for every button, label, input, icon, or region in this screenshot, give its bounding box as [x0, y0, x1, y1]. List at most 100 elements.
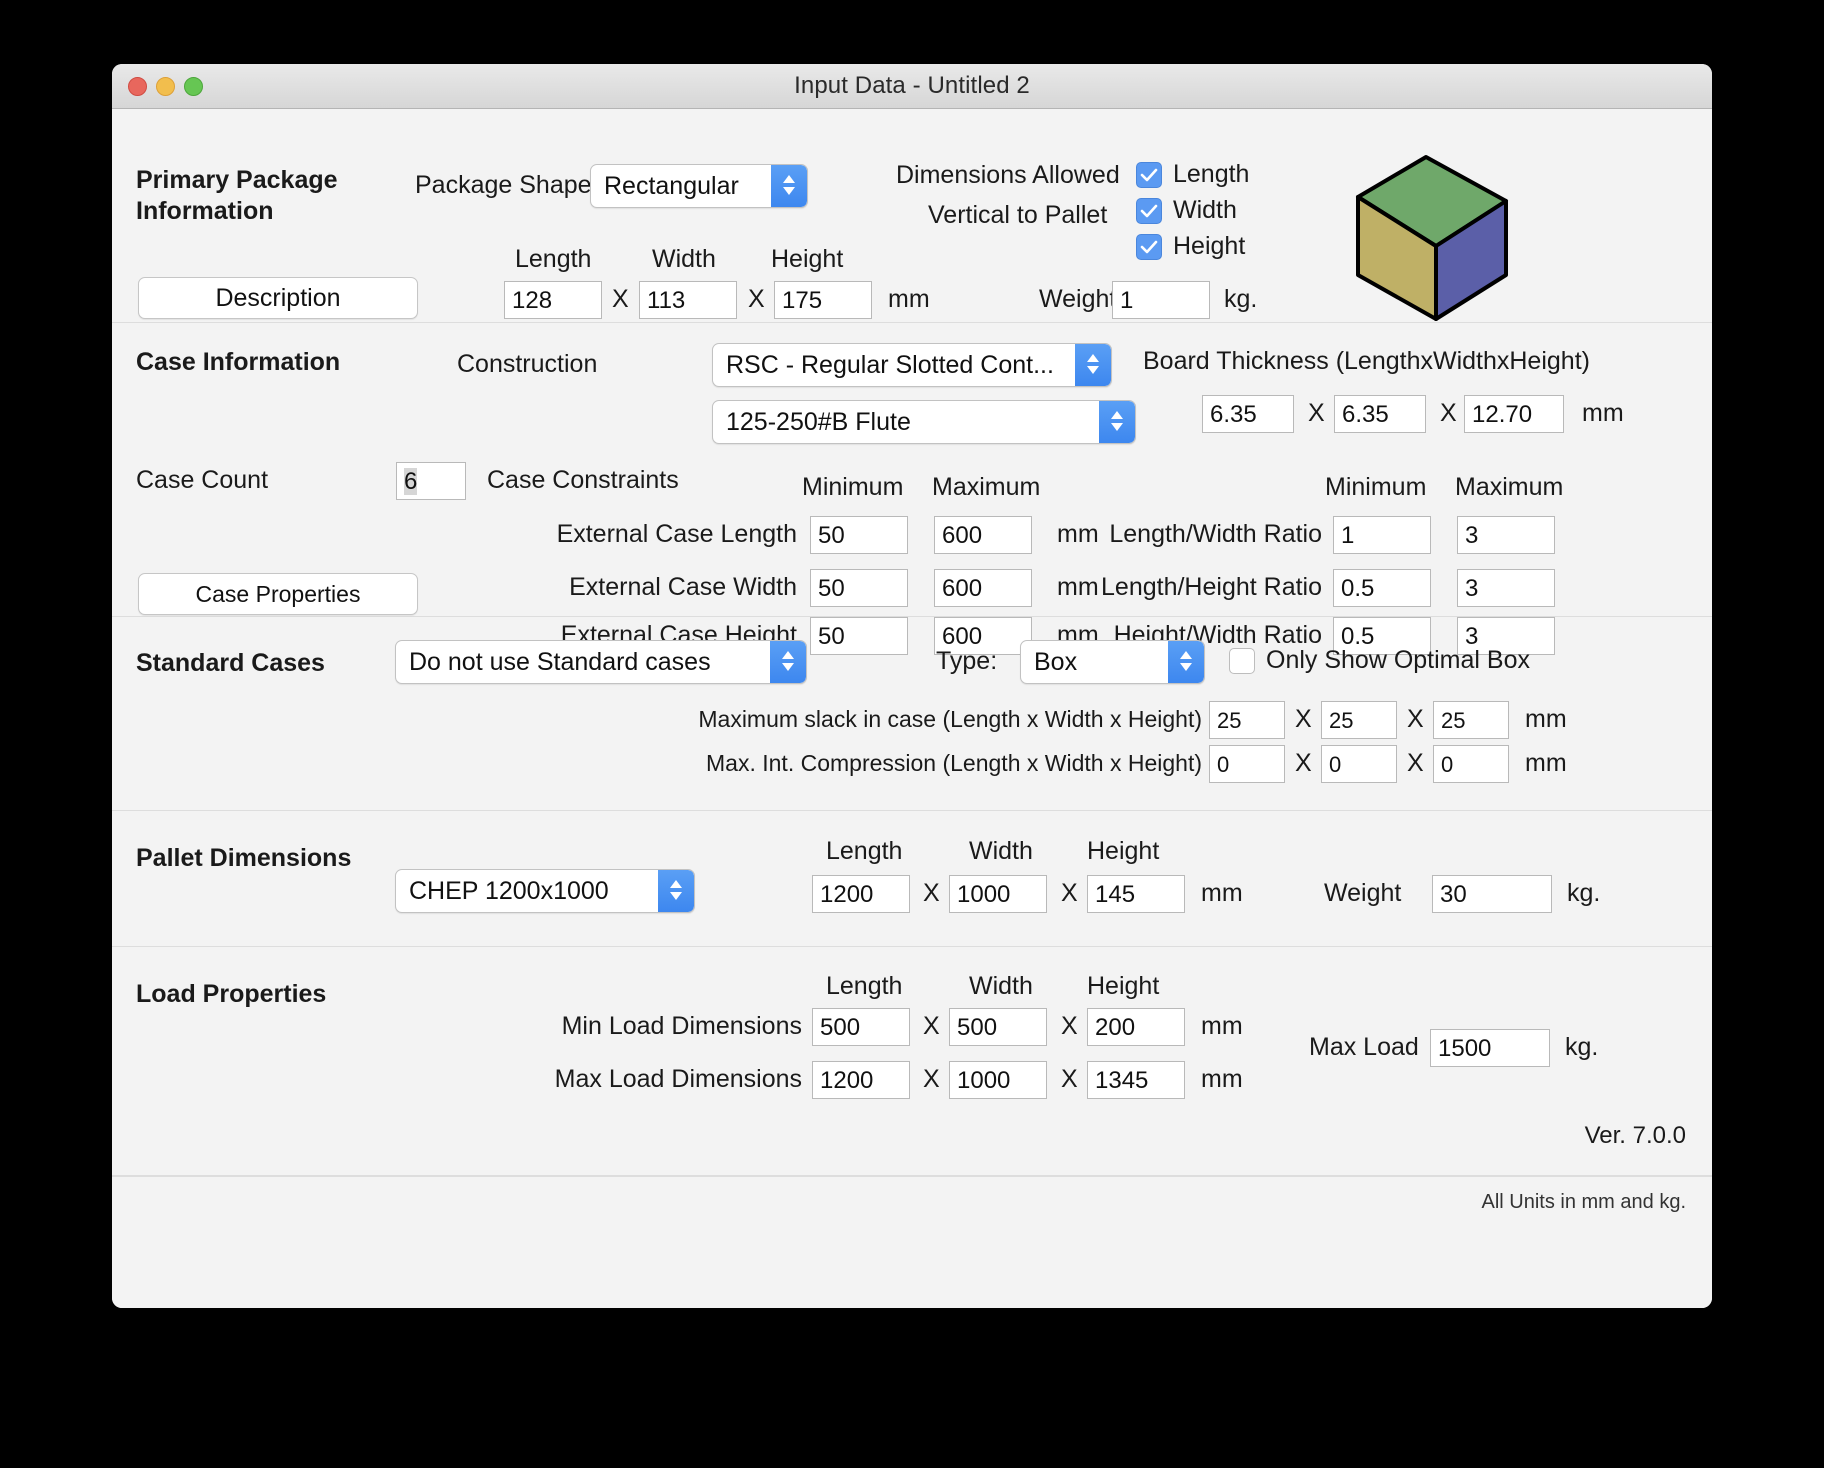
board-thickness-width-input[interactable]: 6.35	[1334, 395, 1426, 433]
chevron-updown-icon[interactable]	[1075, 344, 1111, 386]
max-load-dimensions-label: Max Load Dimensions	[512, 1065, 802, 1094]
window-title: Input Data - Untitled 2	[112, 72, 1712, 100]
window-content: Primary Package Information Description …	[112, 109, 1712, 1308]
min-load-width-input[interactable]: 500	[949, 1008, 1047, 1046]
max-load-length-input[interactable]: 1200	[812, 1061, 910, 1099]
load-width-header: Width	[969, 972, 1033, 1001]
max-load-input[interactable]: 1500	[1430, 1029, 1550, 1067]
max-load-unit: mm	[1201, 1065, 1243, 1094]
dimension-allowed-length-row[interactable]: Length	[1136, 160, 1249, 189]
flute-select[interactable]: 125-250#B Flute	[712, 400, 1136, 444]
max-slack-width-input[interactable]: 25	[1321, 701, 1397, 739]
only-show-optimal-box-label: Only Show Optimal Box	[1266, 646, 1530, 675]
dimensions-allowed-line1: Dimensions Allowed	[896, 161, 1120, 190]
constraint-label-1: External Case Width	[537, 573, 797, 602]
max-load-label: Max Load	[1309, 1033, 1419, 1062]
constraint-min-0[interactable]: 50	[810, 516, 908, 554]
load-properties-title: Load Properties	[136, 979, 326, 1010]
ratio-max-1[interactable]: 3	[1457, 569, 1555, 607]
pallet-weight-input[interactable]: 30	[1432, 875, 1552, 913]
pallet-dimensions-section: Pallet Dimensions CHEP 1200x1000 Length …	[112, 811, 1712, 947]
chevron-updown-icon[interactable]	[1099, 401, 1135, 443]
pallet-select[interactable]: CHEP 1200x1000	[395, 869, 695, 913]
checkbox-only-optimal-icon[interactable]	[1229, 648, 1255, 674]
package-width-header: Width	[652, 245, 716, 274]
max-slack-unit: mm	[1525, 705, 1567, 734]
only-show-optimal-box-row[interactable]: Only Show Optimal Box	[1229, 646, 1530, 675]
max-compression-height-input[interactable]: 0	[1433, 745, 1509, 783]
dimension-allowed-height-row[interactable]: Height	[1136, 232, 1245, 261]
description-button[interactable]: Description	[138, 277, 418, 319]
pallet-length-input[interactable]: 1200	[812, 875, 910, 913]
min-load-length-input[interactable]: 500	[812, 1008, 910, 1046]
min-load-height-input[interactable]: 200	[1087, 1008, 1185, 1046]
dimensions-allowed-line2: Vertical to Pallet	[928, 201, 1107, 230]
ratio-min-0[interactable]: 1	[1333, 516, 1431, 554]
checkbox-height-label: Height	[1173, 232, 1245, 261]
construction-select[interactable]: RSC - Regular Slotted Cont...	[712, 343, 1112, 387]
case-constraints-min-header: Minimum	[802, 473, 903, 502]
board-thickness-x-separator-1: X	[1308, 399, 1325, 428]
package-height-header: Height	[771, 245, 843, 274]
primary-package-section: Primary Package Information Description …	[112, 109, 1712, 323]
max-slack-x-separator-1: X	[1295, 705, 1312, 734]
max-compression-label: Max. Int. Compression (Length x Width x …	[542, 750, 1202, 777]
chevron-updown-icon[interactable]	[770, 641, 806, 683]
package-length-input[interactable]: 128	[504, 281, 602, 319]
ratio-max-0[interactable]: 3	[1457, 516, 1555, 554]
max-load-height-input[interactable]: 1345	[1087, 1061, 1185, 1099]
max-slack-label: Maximum slack in case (Length x Width x …	[542, 706, 1202, 733]
standard-cases-title: Standard Cases	[136, 648, 325, 679]
case-properties-button[interactable]: Case Properties	[138, 573, 418, 615]
standard-cases-type-select[interactable]: Box	[1020, 640, 1205, 684]
case-constraints-label: Case Constraints	[487, 466, 679, 495]
pallet-width-input[interactable]: 1000	[949, 875, 1047, 913]
standard-cases-mode-select[interactable]: Do not use Standard cases	[395, 640, 807, 684]
package-height-input[interactable]: 175	[774, 281, 872, 319]
constraint-max-1[interactable]: 600	[934, 569, 1032, 607]
max-slack-height-input[interactable]: 25	[1433, 701, 1509, 739]
case-count-input[interactable]: 6	[396, 462, 466, 500]
min-load-x-separator-2: X	[1061, 1012, 1078, 1041]
package-width-input[interactable]: 113	[639, 281, 737, 319]
constraint-min-1[interactable]: 50	[810, 569, 908, 607]
constraint-max-0[interactable]: 600	[934, 516, 1032, 554]
board-thickness-length-input[interactable]: 6.35	[1202, 395, 1294, 433]
max-slack-length-input[interactable]: 25	[1209, 701, 1285, 739]
pallet-height-input[interactable]: 145	[1087, 875, 1185, 913]
chevron-updown-icon[interactable]	[658, 870, 694, 912]
ratio-min-1[interactable]: 0.5	[1333, 569, 1431, 607]
dimension-allowed-width-row[interactable]: Width	[1136, 196, 1237, 225]
max-compression-length-input[interactable]: 0	[1209, 745, 1285, 783]
pallet-length-header: Length	[826, 837, 902, 866]
checkbox-height-icon[interactable]	[1136, 234, 1162, 260]
pallet-value: CHEP 1200x1000	[409, 877, 609, 905]
max-compression-unit: mm	[1525, 749, 1567, 778]
load-properties-section: Load Properties Length Width Height Min …	[112, 947, 1712, 1176]
primary-package-title-line1: Primary Package	[136, 165, 436, 196]
checkbox-width-icon[interactable]	[1136, 198, 1162, 224]
max-compression-x-separator-2: X	[1407, 749, 1424, 778]
max-load-width-input[interactable]: 1000	[949, 1061, 1047, 1099]
constraint-label-0: External Case Length	[537, 520, 797, 549]
board-thickness-x-separator-2: X	[1440, 399, 1457, 428]
primary-package-title: Primary Package Information	[136, 165, 436, 226]
chevron-updown-icon[interactable]	[1168, 641, 1204, 683]
case-information-section: Case Information Construction RSC - Regu…	[112, 323, 1712, 617]
package-shape-select[interactable]: Rectangular	[590, 164, 808, 208]
case-count-value: 6	[404, 468, 417, 495]
max-compression-width-input[interactable]: 0	[1321, 745, 1397, 783]
board-thickness-height-input[interactable]: 12.70	[1464, 395, 1564, 433]
standard-cases-type-label: Type:	[936, 647, 997, 676]
package-weight-unit: kg.	[1224, 285, 1257, 314]
chevron-updown-icon[interactable]	[771, 165, 807, 207]
checkbox-length-icon[interactable]	[1136, 162, 1162, 188]
flute-value: 125-250#B Flute	[726, 408, 911, 436]
version-label: Ver. 7.0.0	[1585, 1122, 1686, 1150]
standard-cases-section: Standard Cases Do not use Standard cases…	[112, 617, 1712, 811]
pallet-dimensions-title: Pallet Dimensions	[136, 843, 351, 874]
load-height-header: Height	[1087, 972, 1159, 1001]
max-load-x-separator-1: X	[923, 1065, 940, 1094]
case-count-label: Case Count	[136, 466, 268, 495]
package-weight-input[interactable]: 1	[1112, 281, 1210, 319]
